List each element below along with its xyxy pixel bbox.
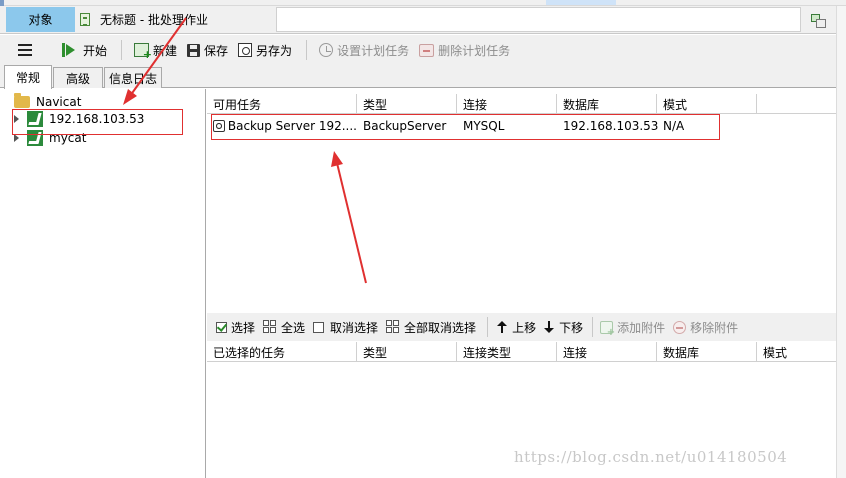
deselect-all-label: 全部取消选择 bbox=[404, 320, 477, 335]
available-tasks-header: 可用任务 类型 连接 数据库 模式 bbox=[207, 94, 836, 114]
move-down-button[interactable]: 下移 bbox=[541, 316, 586, 338]
arrow-down-icon bbox=[544, 321, 555, 333]
window-tab-bar: 对象 无标题 - 批处理作业 bbox=[0, 6, 846, 34]
column-header[interactable]: 可用任务 bbox=[207, 94, 357, 114]
delete-schedule-button[interactable]: 删除计划任务 bbox=[415, 39, 514, 61]
toolbar-separator bbox=[592, 317, 594, 337]
add-attachment-button[interactable]: 添加附件 bbox=[597, 316, 668, 338]
new-label: 新建 bbox=[153, 43, 178, 58]
remove-attachment-icon bbox=[673, 320, 687, 334]
start-button[interactable]: 开始 bbox=[56, 39, 111, 61]
save-as-button[interactable]: 另存为 bbox=[234, 39, 296, 61]
save-label: 保存 bbox=[204, 43, 229, 58]
save-as-icon bbox=[238, 43, 253, 57]
tab-objects-label: 对象 bbox=[28, 13, 53, 27]
navicat-folder-icon bbox=[14, 93, 30, 108]
watermark-text: https://blog.csdn.net/u014180504 bbox=[514, 448, 788, 466]
move-up-label: 上移 bbox=[512, 320, 537, 335]
tab-batch-job[interactable]: 无标题 - 批处理作业 bbox=[76, 7, 276, 32]
deselect-button[interactable]: 取消选择 bbox=[310, 316, 381, 338]
save-button[interactable]: 保存 bbox=[183, 39, 232, 61]
column-header[interactable]: 模式 bbox=[657, 94, 757, 114]
connection-tree: Navicat 192.168.103.53 mycat bbox=[4, 89, 206, 478]
annotation-highlight-box bbox=[12, 109, 183, 135]
add-attachment-label: 添加附件 bbox=[617, 320, 666, 335]
tab-batch-job-label: 无标题 - 批处理作业 bbox=[100, 13, 208, 27]
tab-objects[interactable]: 对象 bbox=[6, 7, 75, 32]
column-header[interactable]: 数据库 bbox=[557, 94, 657, 114]
column-header[interactable]: 连接 bbox=[557, 342, 657, 362]
toolbar-separator bbox=[121, 40, 123, 60]
sub-tab-bar: 常规 高级 信息日志 bbox=[0, 65, 836, 89]
main-toolbar: 开始 新建 保存 另存为 设置计划任务 删除计划任务 bbox=[0, 35, 836, 65]
add-attachment-icon bbox=[600, 320, 615, 338]
tab-advanced[interactable]: 高级 bbox=[53, 67, 103, 88]
checkbox-empty-icon bbox=[313, 321, 325, 333]
select-button[interactable]: 选择 bbox=[213, 316, 258, 338]
tab-info-log-label: 信息日志 bbox=[108, 71, 157, 86]
top-highlight-mark bbox=[546, 0, 616, 5]
clock-icon bbox=[319, 43, 334, 57]
column-header[interactable]: 连接类型 bbox=[457, 342, 557, 362]
column-header[interactable]: 模式 bbox=[757, 342, 836, 362]
toolbar-separator bbox=[487, 317, 489, 337]
select-all-label: 全选 bbox=[281, 320, 306, 335]
save-as-label: 另存为 bbox=[256, 43, 293, 58]
save-icon bbox=[187, 43, 201, 57]
new-icon bbox=[134, 43, 152, 61]
delete-schedule-icon bbox=[419, 43, 435, 57]
annotation-highlight-box bbox=[211, 114, 720, 140]
tab-advanced-label: 高级 bbox=[65, 71, 90, 86]
start-label: 开始 bbox=[83, 43, 108, 58]
column-header[interactable]: 类型 bbox=[357, 94, 457, 114]
task-selection-toolbar: 选择 全选 取消选择 全部取消选择 上移 下移 + 添加附件 移除附件 bbox=[207, 313, 836, 341]
tree-root-label: Navicat bbox=[36, 95, 82, 109]
remove-attachment-button[interactable]: 移除附件 bbox=[670, 316, 741, 338]
move-up-button[interactable]: 上移 bbox=[494, 316, 539, 338]
expand-arrow-icon[interactable] bbox=[14, 134, 19, 142]
column-header[interactable]: 连接 bbox=[457, 94, 557, 114]
delete-schedule-label: 删除计划任务 bbox=[438, 43, 511, 58]
tab-bar-blank-area bbox=[276, 7, 801, 32]
move-down-label: 下移 bbox=[559, 320, 584, 335]
right-edge-panel bbox=[836, 6, 846, 478]
tab-info-log[interactable]: 信息日志 bbox=[104, 67, 162, 88]
deselect-all-button[interactable]: 全部取消选择 bbox=[383, 316, 479, 338]
column-header[interactable]: 数据库 bbox=[657, 342, 757, 362]
new-button[interactable]: 新建 bbox=[130, 39, 181, 61]
tree-root-navicat[interactable]: Navicat bbox=[14, 93, 82, 109]
batch-job-icon bbox=[80, 13, 90, 26]
task-panel: 可用任务 类型 连接 数据库 模式 Backup Server 192.... … bbox=[207, 89, 836, 478]
menu-button[interactable] bbox=[14, 39, 54, 61]
set-schedule-button[interactable]: 设置计划任务 bbox=[315, 39, 413, 61]
grid-view-icon bbox=[811, 14, 826, 28]
deselect-label: 取消选择 bbox=[330, 320, 379, 335]
selected-tasks-header: 已选择的任务 类型 连接类型 连接 数据库 模式 bbox=[207, 342, 836, 362]
column-header[interactable]: 类型 bbox=[357, 342, 457, 362]
object-view-button[interactable] bbox=[806, 9, 830, 31]
tab-general-label: 常规 bbox=[15, 71, 40, 85]
remove-attachment-label: 移除附件 bbox=[690, 320, 739, 335]
select-all-button[interactable]: 全选 bbox=[260, 316, 308, 338]
play-icon bbox=[62, 43, 75, 57]
deselect-all-icon bbox=[386, 320, 400, 334]
toolbar-separator bbox=[306, 40, 308, 60]
arrow-up-icon bbox=[497, 321, 508, 333]
set-schedule-label: 设置计划任务 bbox=[337, 43, 410, 58]
menu-icon bbox=[18, 44, 32, 56]
select-label: 选择 bbox=[231, 320, 256, 335]
tab-general[interactable]: 常规 bbox=[4, 65, 52, 89]
column-header[interactable]: 已选择的任务 bbox=[207, 342, 357, 362]
checkbox-checked-icon bbox=[216, 321, 227, 333]
select-all-icon bbox=[263, 320, 277, 334]
